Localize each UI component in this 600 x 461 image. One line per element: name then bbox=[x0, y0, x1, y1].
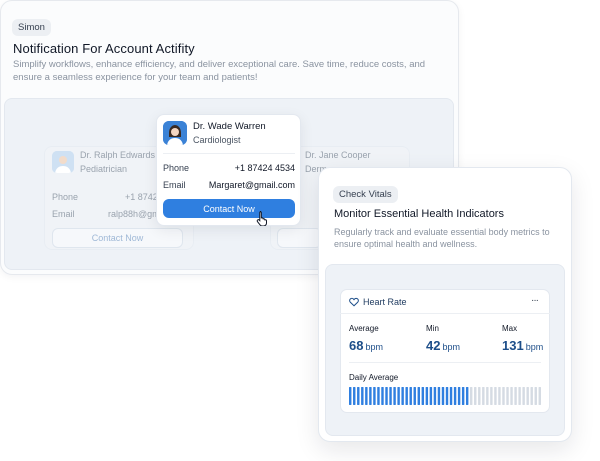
min-value: 42 bpm bbox=[426, 338, 460, 353]
bar-filled bbox=[365, 387, 368, 405]
contact-now-button-partial[interactable] bbox=[277, 228, 322, 248]
divider bbox=[340, 313, 550, 314]
contact-name: Dr. Wade Warren bbox=[193, 121, 266, 132]
doctor-avatar-icon bbox=[52, 151, 74, 173]
bar-empty bbox=[474, 387, 477, 405]
divider bbox=[163, 153, 295, 154]
bar-filled bbox=[361, 387, 364, 405]
max-value: 131 bpm bbox=[502, 338, 544, 353]
bar-empty bbox=[470, 387, 473, 405]
avatar bbox=[52, 151, 74, 173]
bar-filled bbox=[357, 387, 360, 405]
bar-filled bbox=[381, 387, 384, 405]
bar-filled bbox=[353, 387, 356, 405]
average-value: 68 bpm bbox=[349, 338, 383, 353]
notification-description: Simplify workflows, enhance efficiency, … bbox=[13, 59, 426, 83]
bar-filled bbox=[389, 387, 392, 405]
daily-average-label: Daily Average bbox=[349, 373, 399, 382]
contact-role: Pediatrician bbox=[80, 164, 128, 174]
more-options-icon[interactable]: ··· bbox=[531, 296, 539, 306]
bar-filled bbox=[373, 387, 376, 405]
bar-filled bbox=[349, 387, 352, 405]
email-label: Email bbox=[52, 209, 75, 219]
bar-filled bbox=[369, 387, 372, 405]
bar-filled bbox=[441, 387, 445, 405]
bar-empty bbox=[526, 387, 529, 405]
bar-empty bbox=[494, 387, 497, 405]
bar-empty bbox=[518, 387, 521, 405]
bar-filled bbox=[457, 387, 461, 405]
max-label: Max bbox=[502, 324, 518, 333]
heart-icon bbox=[349, 297, 359, 307]
notification-title: Notification For Account Actifity bbox=[13, 41, 195, 56]
bar-filled bbox=[425, 387, 429, 405]
bar-empty bbox=[498, 387, 501, 405]
bar-filled bbox=[401, 387, 404, 405]
heart-rate-title: Heart Rate bbox=[363, 297, 407, 307]
phone-label: Phone bbox=[163, 163, 190, 173]
bar-filled bbox=[413, 387, 416, 405]
bar-empty bbox=[486, 387, 489, 405]
avatar bbox=[163, 121, 187, 145]
bar-filled bbox=[397, 387, 400, 405]
divider bbox=[349, 362, 541, 363]
bar-empty bbox=[510, 387, 513, 405]
vitals-title: Monitor Essential Health Indicators bbox=[334, 208, 504, 220]
bar-empty bbox=[534, 387, 537, 405]
doctor-avatar-icon bbox=[163, 121, 187, 145]
phone-value: +1 87424 4534 bbox=[234, 163, 295, 173]
user-tag: Simon bbox=[12, 19, 51, 36]
bar-filled bbox=[417, 387, 420, 405]
bpm-unit: bpm bbox=[525, 342, 544, 352]
bar-filled bbox=[453, 387, 457, 405]
email-value: ralp88h@gm bbox=[108, 209, 160, 219]
bar-filled bbox=[429, 387, 433, 405]
hand-cursor-icon bbox=[256, 211, 267, 226]
bar-filled bbox=[461, 387, 465, 405]
bar-filled bbox=[405, 387, 408, 405]
bar-filled bbox=[437, 387, 441, 405]
bar-filled bbox=[421, 387, 425, 405]
bar-empty bbox=[530, 387, 533, 405]
bar-empty bbox=[506, 387, 509, 405]
phone-label: Phone bbox=[52, 192, 79, 202]
bpm-unit: bpm bbox=[365, 342, 383, 352]
bar-filled bbox=[377, 387, 380, 405]
bar-filled bbox=[445, 387, 449, 405]
bar-filled bbox=[449, 387, 453, 405]
daily-average-bars bbox=[349, 387, 541, 405]
bar-empty bbox=[514, 387, 517, 405]
bar-empty bbox=[502, 387, 505, 405]
average-label: Average bbox=[349, 324, 379, 333]
check-vitals-tag: Check Vitals bbox=[333, 186, 398, 203]
bar-empty bbox=[478, 387, 481, 405]
contact-name: Dr. Ralph Edwards bbox=[80, 150, 156, 160]
bar-empty bbox=[482, 387, 485, 405]
bar-filled bbox=[385, 387, 388, 405]
bar-filled bbox=[465, 387, 469, 405]
contact-role: Cardiologist bbox=[193, 135, 241, 145]
contact-name: Dr. Jane Cooper bbox=[305, 150, 371, 160]
contact-now-button[interactable]: Contact Now bbox=[52, 228, 183, 248]
email-value: Margaret@gmail.com bbox=[208, 180, 295, 190]
email-label: Email bbox=[163, 180, 186, 190]
bar-filled bbox=[433, 387, 437, 405]
bar-empty bbox=[538, 387, 541, 405]
bpm-unit: bpm bbox=[442, 342, 460, 352]
bar-filled bbox=[409, 387, 412, 405]
contact-now-button[interactable]: Contact Now bbox=[163, 199, 295, 218]
bar-empty bbox=[522, 387, 525, 405]
bar-filled bbox=[393, 387, 396, 405]
bar-empty bbox=[490, 387, 493, 405]
vitals-description: Regularly track and evaluate essential b… bbox=[334, 227, 550, 249]
min-label: Min bbox=[426, 324, 439, 333]
